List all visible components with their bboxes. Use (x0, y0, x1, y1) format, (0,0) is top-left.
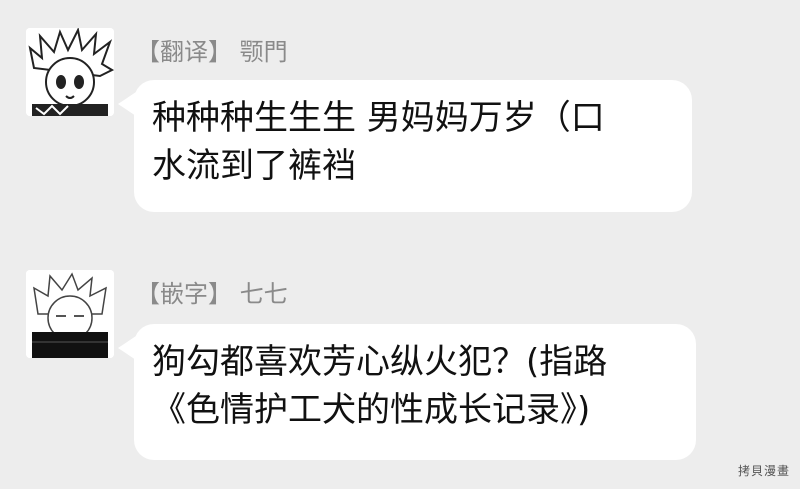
watermark: 拷貝漫畫 (737, 464, 790, 478)
chat-message: 【嵌字】 七七 狗勾都喜欢芳心纵火犯？(指路 《色情护工犬的性成长记录》) (0, 0, 800, 489)
avatar[interactable] (26, 270, 114, 358)
message-text-line: 《色情护工犬的性成长记录》) (152, 390, 591, 430)
sender-name: 【嵌字】 七七 (136, 280, 288, 308)
anime-avatar-white-hair-icon (26, 270, 114, 358)
message-text-line: 狗勾都喜欢芳心纵火犯？(指路 (152, 342, 608, 382)
message-bubble[interactable]: 狗勾都喜欢芳心纵火犯？(指路 《色情护工犬的性成长记录》) (134, 324, 696, 460)
